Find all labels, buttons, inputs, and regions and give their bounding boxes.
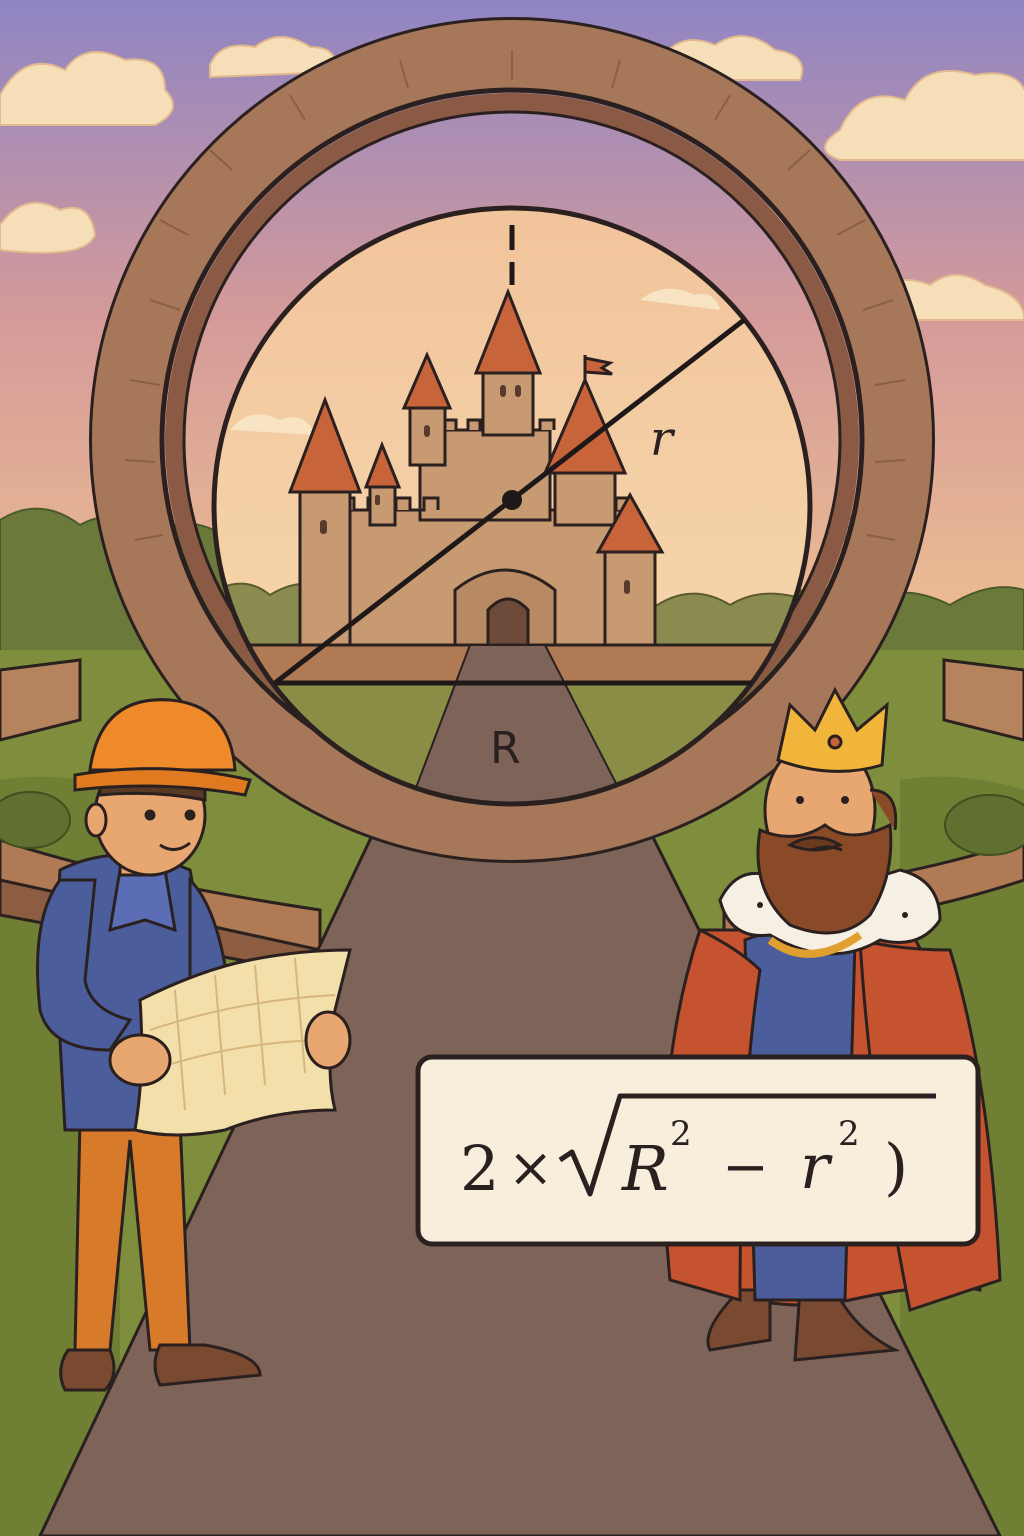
formula-small-r: r — [800, 1130, 833, 1203]
formula-minus: − — [722, 1135, 769, 1200]
formula-coefficient: 2 — [460, 1132, 499, 1205]
formula-box: 2 × R 2 − r 2 ) — [415, 1054, 981, 1247]
large-radius-label: R — [490, 723, 521, 774]
illustration: r R 2 × R 2 − r 2) — [0, 0, 1024, 1536]
formula-small-r-exponent: 2 — [838, 1114, 860, 1154]
formula-big-r: R — [621, 1132, 669, 1205]
formula-close-paren: ) — [884, 1130, 908, 1203]
formula-big-r-exponent: 2 — [670, 1114, 692, 1154]
formula-times: × — [508, 1136, 553, 1199]
small-radius-label: r — [650, 411, 676, 467]
center-point — [502, 490, 522, 510]
